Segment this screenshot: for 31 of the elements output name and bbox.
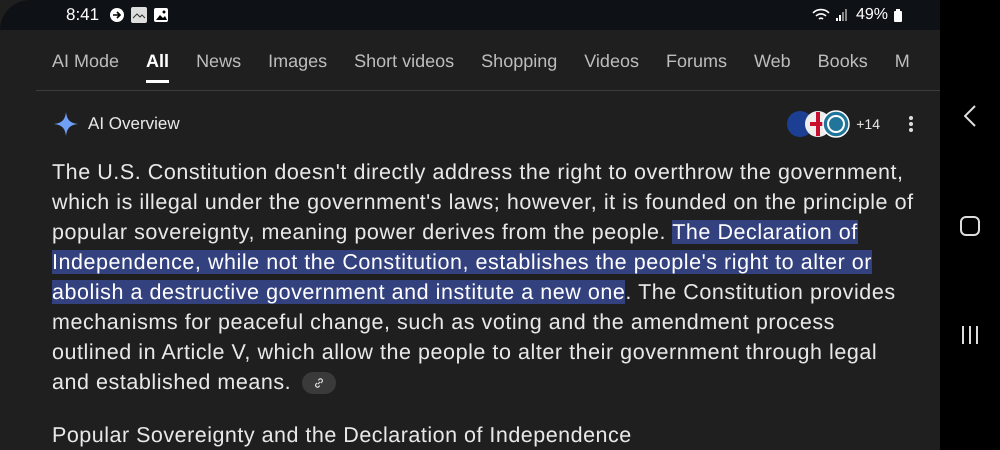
section-heading: Popular Sovereignty and the Declaration of Independence [52,423,633,448]
battery-percent: 49% [856,6,888,24]
wifi-icon [812,8,830,22]
more-options-icon[interactable] [908,115,914,133]
search-tab[interactable]: Videos [584,43,639,83]
search-tab[interactable]: Books [818,43,868,83]
recents-icon[interactable] [960,325,980,346]
search-tab[interactable]: AI Mode [52,43,120,83]
message-icon [109,7,126,23]
search-tab[interactable]: All [146,43,170,83]
overview-paragraph: The U.S. Constitution doesn't directly address the right to overthrow the government, which is illegal under the government's laws; however, it is founded on the principle of popular sovereignty, meaning power derives from the people. The Declaration of Independence, while not the Constitution, establishes the people's right to alter or abolish a destructive government and institute a new one. The Constitution provides mechanisms for peaceful change, such as voting and the amendment process outlined in Article V, which allow the people to alter their government through legal and established means. [52,159,915,396]
source-count: +14 [856,116,880,132]
search-tab[interactable]: Short videos [354,43,454,83]
image-icon [153,7,170,23]
search-tab[interactable]: Images [268,43,328,83]
home-icon[interactable] [960,216,980,236]
sparkle-icon [54,112,78,136]
search-tab[interactable]: Web [754,43,791,83]
search-tab[interactable]: Shopping [481,43,558,83]
overview-title: AI Overview [88,114,180,134]
link-button[interactable] [302,372,336,394]
status-time: 8:41 [66,5,100,25]
back-icon[interactable] [964,104,976,127]
battery-icon [894,8,902,22]
link-icon [312,377,325,390]
search-tab[interactable]: Forums [666,43,727,83]
signal-icon [836,9,848,21]
landscape-icon [131,7,148,23]
source-favicons-icon[interactable] [786,110,850,138]
search-tab[interactable]: News [196,43,242,83]
search-tab[interactable]: M [894,43,910,83]
